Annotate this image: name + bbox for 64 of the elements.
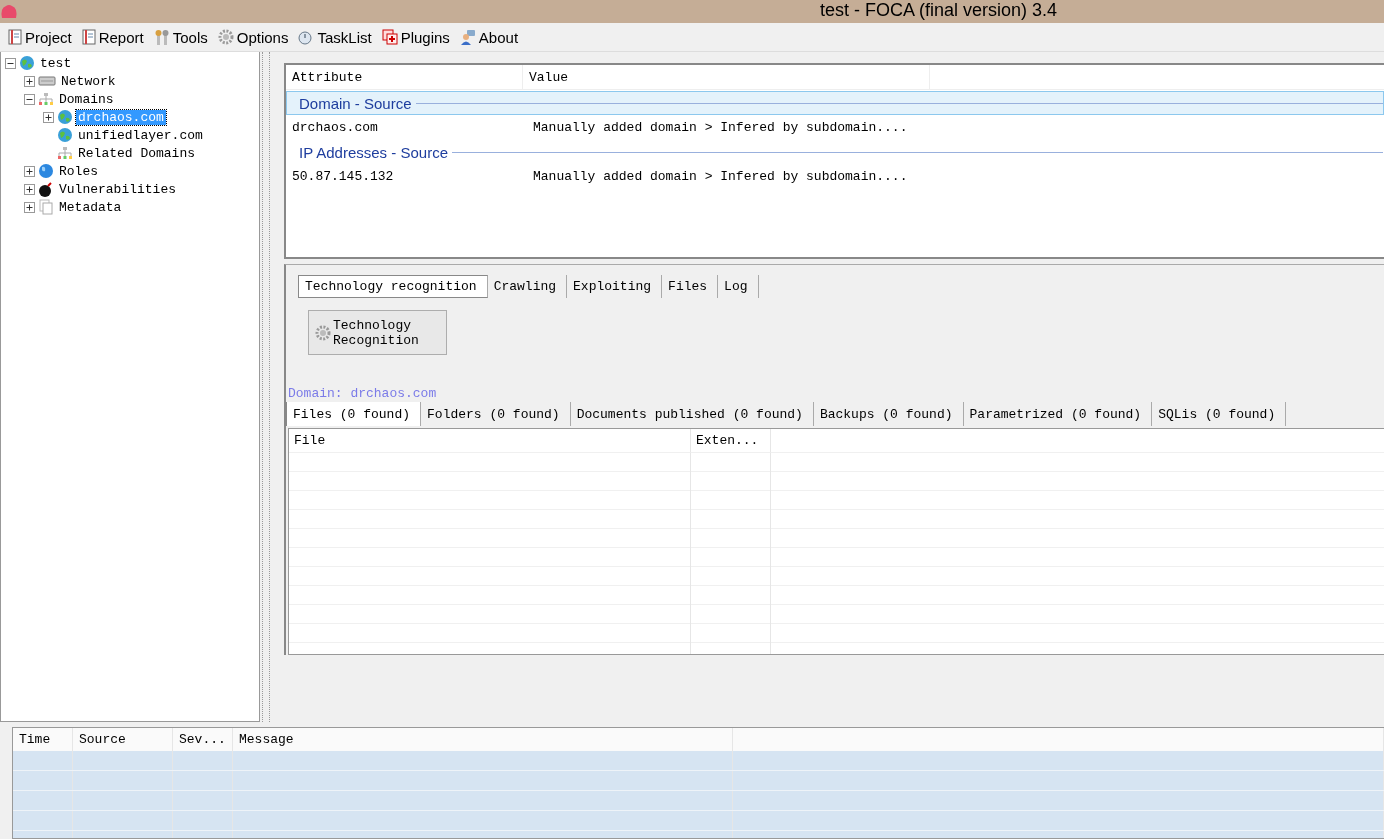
tab[interactable]: Documents published (0 found) bbox=[570, 402, 814, 426]
tools-icon bbox=[153, 29, 170, 45]
tab[interactable]: Parametrized (0 found) bbox=[963, 402, 1153, 426]
tab[interactable]: Crawling bbox=[487, 275, 568, 298]
tree-item[interactable]: Network bbox=[59, 73, 118, 89]
window-title: test - FOCA (final version) 3.4 bbox=[820, 0, 1058, 21]
person-icon bbox=[459, 29, 476, 45]
technology-recognition-button[interactable]: Technology Recognition bbox=[308, 310, 447, 355]
clock-icon bbox=[298, 29, 315, 45]
tree-item[interactable]: unifiedlayer.com bbox=[76, 127, 205, 143]
table-cell-text: drchaos.com bbox=[291, 119, 379, 135]
expand-icon[interactable] bbox=[24, 165, 35, 177]
table-cell-text: Manually added domain > Infered by subdomain.... bbox=[532, 119, 908, 135]
expand-icon[interactable] bbox=[24, 75, 35, 87]
sitemap-icon bbox=[38, 92, 54, 106]
globe-icon bbox=[38, 163, 54, 179]
menu-item[interactable]: TaskList bbox=[296, 26, 378, 48]
tree-item[interactable]: test bbox=[38, 55, 74, 71]
menu-item[interactable]: Project bbox=[6, 26, 78, 48]
sitemap-icon bbox=[57, 146, 73, 160]
documents-icon bbox=[38, 199, 54, 215]
tree-item[interactable]: Metadata bbox=[57, 199, 124, 215]
domain-label: Domain: drchaos.com bbox=[288, 386, 438, 402]
tree-item[interactable]: Related Domains bbox=[76, 145, 198, 161]
tree-item[interactable]: Roles bbox=[57, 163, 100, 179]
column-header[interactable]: Exten... bbox=[691, 429, 771, 453]
tab[interactable]: Log bbox=[718, 275, 759, 298]
column-header[interactable]: Value bbox=[523, 65, 930, 89]
column-header[interactable]: File bbox=[289, 429, 691, 453]
column-header[interactable]: Attribute bbox=[286, 65, 523, 89]
globe-icon bbox=[19, 55, 35, 71]
tree-item[interactable]: Domains bbox=[57, 91, 116, 107]
tab[interactable]: Files (0 found) bbox=[286, 402, 422, 426]
menu-item[interactable]: Tools bbox=[151, 26, 214, 48]
app-icon bbox=[0, 3, 18, 20]
collapse-icon[interactable] bbox=[5, 57, 16, 69]
expand-icon[interactable] bbox=[24, 183, 35, 195]
menu-item[interactable]: Options bbox=[215, 26, 295, 48]
table-cell-text: Manually added domain > Infered by subdomain.... bbox=[532, 168, 908, 184]
menu-item[interactable]: About bbox=[457, 26, 525, 48]
plugin-icon bbox=[381, 29, 398, 45]
menu-item[interactable]: Plugins bbox=[379, 26, 456, 48]
tab[interactable]: Folders (0 found) bbox=[421, 402, 571, 426]
group-header[interactable]: IP Addresses - Source bbox=[286, 140, 1384, 164]
bomb-icon bbox=[38, 181, 54, 197]
tab[interactable]: Files bbox=[662, 275, 719, 298]
table-cell-text: 50.87.145.132 bbox=[291, 168, 395, 184]
menu-item[interactable]: Report bbox=[79, 26, 150, 48]
globe-icon bbox=[57, 127, 73, 143]
tab[interactable]: Backups (0 found) bbox=[813, 402, 964, 426]
tab[interactable]: Technology recognition bbox=[298, 275, 488, 298]
expand-icon[interactable] bbox=[24, 201, 35, 213]
tab[interactable]: SQLis (0 found) bbox=[1152, 402, 1287, 426]
document-icon bbox=[81, 29, 96, 45]
tree-item[interactable]: Vulnerabilities bbox=[57, 181, 179, 197]
tab[interactable]: Exploiting bbox=[567, 275, 663, 298]
group-header[interactable]: Domain - Source bbox=[286, 91, 1384, 115]
gear-icon bbox=[217, 29, 234, 45]
globe-icon bbox=[57, 109, 73, 125]
gear-icon bbox=[315, 324, 331, 341]
server-icon bbox=[38, 74, 56, 88]
document-icon bbox=[8, 29, 22, 45]
expand-icon[interactable] bbox=[43, 111, 54, 123]
collapse-icon[interactable] bbox=[24, 93, 35, 105]
